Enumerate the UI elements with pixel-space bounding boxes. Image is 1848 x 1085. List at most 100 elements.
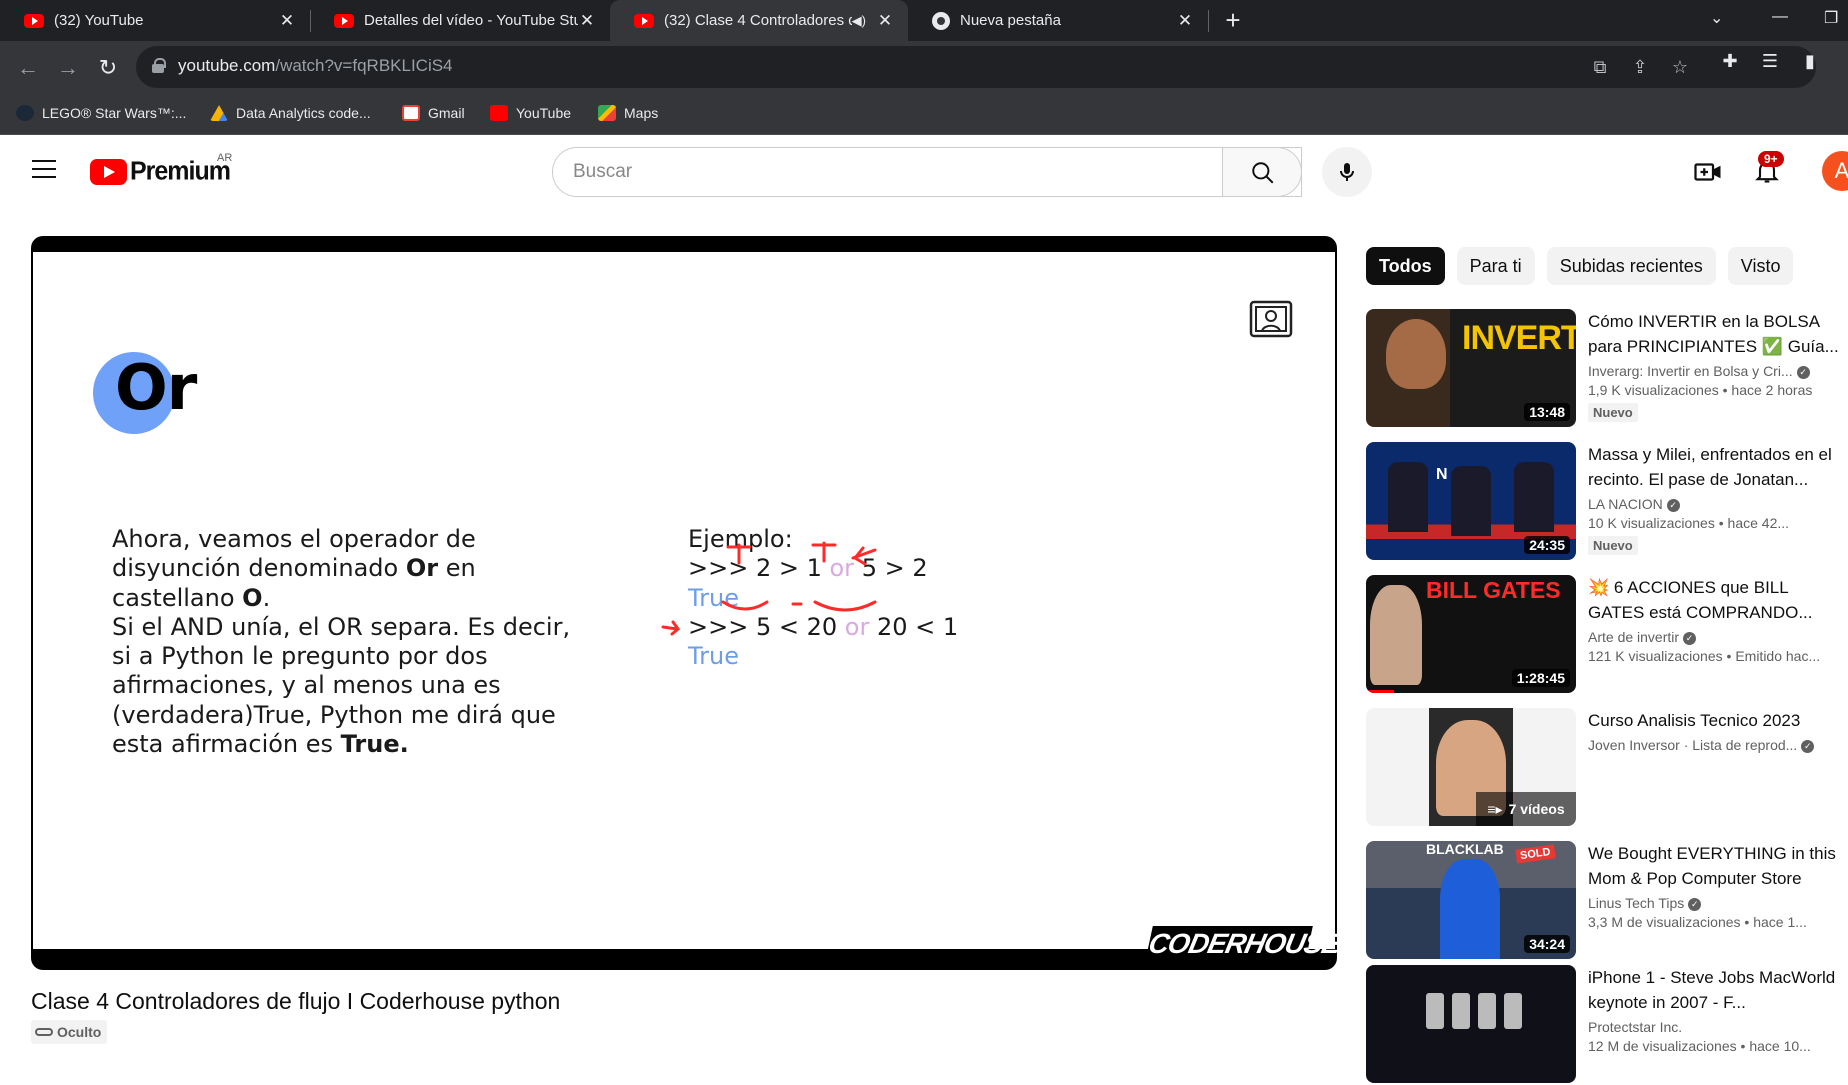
speaker-icon[interactable]: ◀) <box>852 13 866 29</box>
bookmark-youtube[interactable]: YouTube <box>490 105 571 121</box>
bookmark-gmail[interactable]: Gmail <box>402 105 465 121</box>
video-thumbnail[interactable] <box>1366 965 1576 1083</box>
sold-sign: SOLD <box>1515 844 1556 864</box>
channel-name[interactable]: Arte de invertir ✓ <box>1588 629 1846 645</box>
close-tab-icon[interactable]: ✕ <box>278 11 296 31</box>
body-line: (verdadera)True, Python me dirá que <box>112 700 556 729</box>
share-icon[interactable]: ⇪ <box>1628 55 1652 79</box>
youtube-premium-logo[interactable]: Premium <box>90 156 231 186</box>
channel-name[interactable]: Inverarg: Invertir en Bolsa y Cri... ✓ <box>1588 363 1846 379</box>
chip-subidas-recientes[interactable]: Subidas recientes <box>1546 247 1716 285</box>
new-tab-button[interactable]: + <box>1218 6 1248 36</box>
example-result-2: True <box>688 642 739 671</box>
steam-icon <box>16 105 34 121</box>
recommendation-item[interactable]: INVERTIR 13:48 Cómo INVERTIR en la BOLSA… <box>1366 309 1846 429</box>
avatar[interactable]: A <box>1822 151 1848 191</box>
phone-image <box>1504 993 1522 1029</box>
body-line: si a Python le pregunto por dos <box>112 642 488 671</box>
tab-search-chevron-icon[interactable]: ⌄ <box>1710 8 1723 28</box>
notification-count-badge: 9+ <box>1758 151 1784 167</box>
forward-arrow-icon[interactable]: → <box>52 52 84 84</box>
search-icon <box>1252 162 1274 184</box>
playlist-thumbnail[interactable]: ≡▸ 7 vídeos <box>1366 708 1576 826</box>
close-tab-icon[interactable]: ✕ <box>578 11 596 31</box>
playlist-item[interactable]: ≡▸ 7 vídeos Curso Analisis Tecnico 2023 J… <box>1366 708 1846 828</box>
video-title[interactable]: Cómo INVERTIR en la BOLSA para PRINCIPIA… <box>1588 309 1846 359</box>
youtube-play-icon <box>90 158 127 185</box>
open-in-app-icon[interactable]: ⧉ <box>1588 55 1612 79</box>
browser-tab-youtube[interactable]: (32) YouTube ✕ <box>0 0 310 41</box>
menu-icon[interactable] <box>32 160 56 178</box>
voice-search-button[interactable] <box>1322 147 1372 197</box>
url-text[interactable]: youtube.com/watch?v=fqRBKLICiS4 <box>178 56 453 76</box>
thumbnail-text: INVERTIR <box>1462 319 1576 357</box>
video-meta: Massa y Milei, enfrentados en el recinto… <box>1588 442 1846 555</box>
video-title[interactable]: We Bought EVERYTHING in this Mom & Pop C… <box>1588 841 1846 891</box>
video-stats: 12 M de visualizaciones • hace 10... <box>1588 1038 1811 1054</box>
link-icon <box>35 1028 53 1036</box>
video-thumbnail[interactable]: BLACKLAB SOLD 34:24 <box>1366 841 1576 959</box>
video-meta: Curso Analisis Tecnico 2023 Joven Invers… <box>1588 708 1846 753</box>
thumbnail-person <box>1388 462 1428 532</box>
channel-name[interactable]: LA NACION ✓ <box>1588 496 1846 512</box>
create-video-icon <box>1694 163 1721 181</box>
close-tab-icon[interactable]: ✕ <box>876 11 894 31</box>
video-meta: 💥 6 ACCIONES que BILL GATES está COMPRAN… <box>1588 575 1846 664</box>
bookmark-lego[interactable]: LEGO® Star Wars™:... <box>16 105 186 121</box>
browser-tab-studio[interactable]: Detalles del vídeo - YouTube Studio ✕ <box>310 0 610 41</box>
chip-todos[interactable]: Todos <box>1366 247 1445 285</box>
verified-icon: ✓ <box>1688 897 1702 911</box>
create-video-button[interactable] <box>1693 157 1723 187</box>
slide-frame: Or Ahora, veamos el operador de disyunci… <box>33 252 1337 962</box>
bookmark-label: YouTube <box>516 105 572 121</box>
restore-window-icon[interactable]: ❐ <box>1824 8 1838 28</box>
bookmark-maps[interactable]: Maps <box>598 105 658 121</box>
chip-visto[interactable]: Visto <box>1727 247 1794 285</box>
channel-name[interactable]: Linus Tech Tips ✓ <box>1588 895 1846 911</box>
video-thumbnail[interactable]: INVERTIR 13:48 <box>1366 309 1576 427</box>
code-example: Ejemplo: >>> 2 > 1 or 5 > 2 True >>> 5 <… <box>688 525 958 671</box>
tab-separator <box>1208 10 1209 32</box>
tab-title: Nueva pestaña <box>960 12 1061 29</box>
channel-name[interactable]: Joven Inversor · Lista de reprod... ✓ <box>1588 737 1846 753</box>
playlist-title[interactable]: Curso Analisis Tecnico 2023 <box>1588 708 1846 733</box>
browser-tab-active-video[interactable]: (32) Clase 4 Controladores de flujo ◀) ✕ <box>610 0 908 41</box>
video-thumbnail[interactable]: BILL GATES 1:28:45 <box>1366 575 1576 693</box>
browser-tab-new[interactable]: Nueva pestaña ✕ <box>908 0 1208 41</box>
video-title[interactable]: Massa y Milei, enfrentados en el recinto… <box>1588 442 1846 492</box>
close-tab-icon[interactable]: ✕ <box>1176 11 1194 31</box>
recommendation-item[interactable]: BLACKLAB SOLD 34:24 We Bought EVERYTHING… <box>1366 841 1846 961</box>
minimize-window-icon[interactable]: — <box>1772 8 1788 26</box>
media-queue-icon[interactable]: ☰ <box>1758 49 1782 73</box>
chip-para-ti[interactable]: Para ti <box>1456 247 1535 285</box>
body-line: disyunción denominado Or en <box>112 554 476 583</box>
video-title[interactable]: 💥 6 ACCIONES que BILL GATES está COMPRAN… <box>1588 575 1846 625</box>
address-bar[interactable]: youtube.com/watch?v=fqRBKLICiS4 ⧉ ⇪ ☆ <box>136 46 1816 88</box>
playlist-count-overlay: ≡▸ 7 vídeos <box>1476 792 1576 826</box>
video-thumbnail[interactable]: N 24:35 <box>1366 442 1576 560</box>
search-button[interactable] <box>1222 147 1302 197</box>
tab-title: (32) Clase 4 Controladores de flujo <box>664 12 852 29</box>
lock-icon[interactable] <box>152 58 166 73</box>
bookmark-star-icon[interactable]: ☆ <box>1668 55 1692 79</box>
video-player[interactable]: Or Ahora, veamos el operador de disyunci… <box>31 236 1337 970</box>
video-title[interactable]: iPhone 1 - Steve Jobs MacWorld keynote i… <box>1588 965 1846 1015</box>
thumbnail-text: N <box>1436 466 1448 483</box>
reload-icon[interactable]: ↻ <box>92 52 124 84</box>
body-line: Si el AND unía, el OR separa. Es decir, <box>112 612 571 641</box>
microphone-icon <box>1340 163 1354 181</box>
recommendation-item[interactable]: iPhone 1 - Steve Jobs MacWorld keynote i… <box>1366 965 1846 1085</box>
side-panel-icon[interactable]: ▮ <box>1798 49 1822 73</box>
recommendation-item[interactable]: N 24:35 Massa y Milei, enfrentados en el… <box>1366 442 1846 562</box>
body-line: castellano O. <box>112 583 271 612</box>
gmail-icon <box>402 105 420 121</box>
privacy-label: Oculto <box>57 1024 102 1040</box>
search-input[interactable] <box>553 148 1301 196</box>
recommendation-item[interactable]: BILL GATES 1:28:45 💥 6 ACCIONES que BILL… <box>1366 575 1846 695</box>
back-arrow-icon[interactable]: ← <box>12 52 44 84</box>
extensions-puzzle-icon[interactable]: ✚ <box>1718 49 1742 73</box>
channel-name[interactable]: Protectstar Inc. <box>1588 1019 1846 1035</box>
drive-icon <box>210 105 228 121</box>
youtube-favicon-icon <box>24 13 44 28</box>
bookmark-data-analytics[interactable]: Data Analytics code... <box>210 105 371 121</box>
